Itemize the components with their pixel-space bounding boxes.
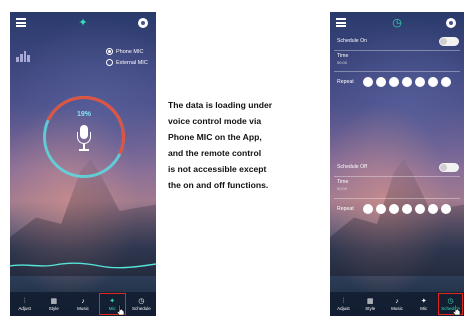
repeat-row-off: Repeat <box>330 204 464 216</box>
tab-label: Schedule <box>132 305 151 311</box>
menu-icon[interactable] <box>336 18 346 27</box>
divider <box>334 50 460 51</box>
schedule-on-label: Schedule On <box>337 38 367 44</box>
weekday-dot[interactable] <box>441 77 451 87</box>
top-bar: ✦ <box>10 12 156 34</box>
radio-dot-icon <box>106 59 113 66</box>
tab-schedule[interactable]: ◷ Schedule <box>127 292 156 316</box>
caption-line: the on and off functions. <box>168 180 269 190</box>
radio-label: Phone MIC <box>116 48 144 55</box>
caption-line: The data is loading under <box>168 100 273 110</box>
tab-mic[interactable]: ✦ Mic <box>410 292 437 316</box>
weekday-dot[interactable] <box>389 77 399 87</box>
top-bar: ◷ <box>330 12 464 34</box>
bottom-tab-bar: ⫶ Adjust ▦ Style ♪ Music ✦ Mic ◷ Schedul… <box>330 292 464 316</box>
weekday-selector <box>363 204 451 214</box>
time-value: 00:00 <box>337 60 348 65</box>
mic-icon: ✦ <box>78 17 88 29</box>
hand-cursor-icon <box>452 304 461 316</box>
weekday-dot[interactable] <box>376 204 386 214</box>
time-row-off[interactable]: Time 00:00 <box>330 179 464 195</box>
clock-icon: ◷ <box>138 297 145 305</box>
weekday-dot[interactable] <box>376 77 386 87</box>
menu-icon[interactable] <box>16 18 26 27</box>
music-note-icon: ♪ <box>395 297 399 305</box>
tab-music[interactable]: ♪ Music <box>68 292 97 316</box>
weekday-dot[interactable] <box>363 77 373 87</box>
grid-icon: ▦ <box>366 297 374 305</box>
repeat-row-on: Repeat <box>330 77 464 89</box>
schedule-on-toggle[interactable] <box>439 37 459 46</box>
gear-icon[interactable] <box>446 18 456 28</box>
weekday-dot[interactable] <box>402 77 412 87</box>
schedule-on-row: Schedule On <box>330 36 464 48</box>
tab-style[interactable]: ▦ Style <box>357 292 384 316</box>
repeat-label: Repeat <box>337 206 354 212</box>
caption-line: voice control mode via <box>168 116 262 126</box>
radio-external-mic[interactable]: External MIC <box>106 57 148 68</box>
radio-dot-icon <box>106 48 113 55</box>
gear-icon[interactable] <box>138 18 148 28</box>
weekday-dot[interactable] <box>428 77 438 87</box>
caption-line: Phone MIC on the App, <box>168 132 262 142</box>
weekday-dot[interactable] <box>441 204 451 214</box>
tab-label: Adjust <box>337 305 350 311</box>
phone-screenshot-mic: ✦ Phone MIC External MIC 19% ⫶ Adjust ▦ … <box>10 12 156 316</box>
mic-icon: ✦ <box>109 297 116 305</box>
explanation-caption: The data is loading under voice control … <box>168 97 318 193</box>
sliders-icon: ⫶ <box>23 297 26 305</box>
mic-source-radio-group: Phone MIC External MIC <box>106 46 148 68</box>
time-value: 00:00 <box>337 186 348 191</box>
weekday-dot[interactable] <box>415 77 425 87</box>
tab-adjust[interactable]: ⫶ Adjust <box>10 292 39 316</box>
tab-label: Music <box>391 305 403 311</box>
signal-bars-icon <box>16 50 30 62</box>
radio-label: External MIC <box>116 59 148 66</box>
tab-style[interactable]: ▦ Style <box>39 292 68 316</box>
tab-label: Mic <box>420 305 428 311</box>
schedule-off-label: Schedule Off <box>337 164 367 170</box>
phone-screenshot-schedule: ◷ Schedule On Time 00:00 Repeat Schedule… <box>330 12 464 316</box>
weekday-dot[interactable] <box>402 204 412 214</box>
sliders-icon: ⫶ <box>342 297 345 305</box>
bottom-tab-bar: ⫶ Adjust ▦ Style ♪ Music ✦ Mic ◷ Schedul… <box>10 292 156 316</box>
time-label: Time <box>337 53 349 59</box>
divider <box>334 176 460 177</box>
caption-line: and the remote control <box>168 148 262 158</box>
time-row-on[interactable]: Time 00:00 <box>330 53 464 69</box>
clock-icon: ◷ <box>392 17 402 29</box>
repeat-label: Repeat <box>337 79 354 85</box>
tab-label: Adjust <box>18 305 31 311</box>
weekday-dot[interactable] <box>428 204 438 214</box>
divider <box>334 198 460 199</box>
tab-label: Style <box>48 305 59 311</box>
grid-icon: ▦ <box>50 297 58 305</box>
time-label: Time <box>337 179 349 185</box>
hand-cursor-icon <box>116 304 125 316</box>
weekday-dot[interactable] <box>389 204 399 214</box>
tab-music[interactable]: ♪ Music <box>384 292 411 316</box>
sound-wave <box>10 262 156 269</box>
radio-phone-mic[interactable]: Phone MIC <box>106 46 148 57</box>
tab-label: Mic <box>108 305 116 311</box>
divider <box>334 71 460 72</box>
caption-line: is not accessible except <box>168 164 267 174</box>
schedule-off-row: Schedule Off <box>330 162 464 174</box>
level-percent: 19% <box>76 111 91 118</box>
weekday-dot[interactable] <box>363 204 373 214</box>
mic-icon: ✦ <box>420 297 427 305</box>
weekday-dot[interactable] <box>415 204 425 214</box>
tab-label: Music <box>77 305 89 311</box>
weekday-selector <box>363 77 451 87</box>
microphone-icon[interactable] <box>76 125 92 155</box>
tab-label: Style <box>365 305 376 311</box>
schedule-off-toggle[interactable] <box>439 163 459 172</box>
tab-adjust[interactable]: ⫶ Adjust <box>330 292 357 316</box>
music-note-icon: ♪ <box>81 297 85 305</box>
